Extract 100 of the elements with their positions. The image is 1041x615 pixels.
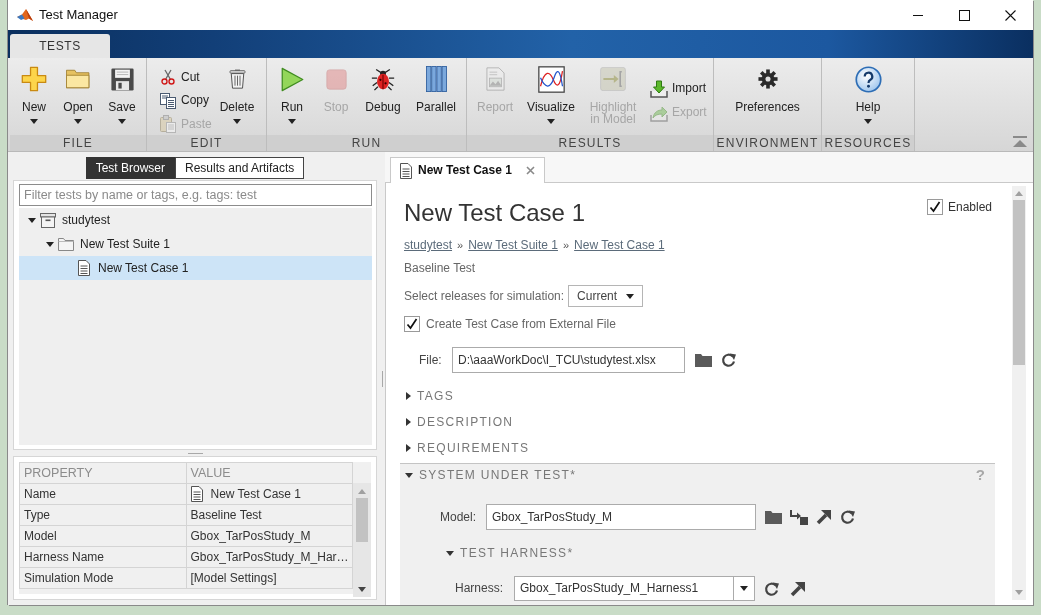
refresh-icon[interactable]	[764, 580, 780, 597]
table-cell: Harness Name	[19, 546, 186, 568]
refresh-icon[interactable]	[721, 352, 737, 368]
debug-button[interactable]: Debug	[358, 62, 408, 132]
value-text: New Test Case 1	[210, 486, 301, 502]
caret-icon	[626, 293, 635, 299]
line-chart-icon	[537, 65, 565, 93]
column-header: VALUE	[186, 462, 353, 484]
trash-icon	[228, 69, 246, 89]
two-documents-icon	[160, 92, 176, 109]
import-button[interactable]: Import	[650, 78, 706, 99]
table-cell: Baseline Test	[186, 504, 353, 526]
table-cell: [Model Settings]	[186, 567, 353, 589]
releases-dropdown[interactable]: Current	[568, 285, 644, 307]
save-button[interactable]: Save	[100, 62, 144, 132]
ribbon-tab[interactable]: TESTS	[10, 34, 110, 58]
table-cell: Gbox_TarPosStudy_M	[186, 525, 353, 547]
model-label: Model:	[439, 509, 476, 524]
new-button[interactable]: New	[12, 62, 56, 132]
tree-item[interactable]: studytest	[19, 208, 372, 232]
document-icon	[400, 162, 412, 179]
breadcrumb-separator: »	[457, 238, 464, 253]
arrow-to-box-icon[interactable]	[790, 509, 808, 525]
diagonal-arrow-icon[interactable]	[790, 580, 806, 597]
preferences-button[interactable]: Preferences	[714, 62, 821, 132]
releases-label: Select releases for simulation:	[404, 288, 565, 304]
document-icon	[78, 260, 90, 276]
folder-icon	[65, 69, 91, 89]
help-button[interactable]: Help	[822, 62, 914, 132]
scroll-down-icon[interactable]	[358, 587, 366, 592]
copy-button[interactable]: Copy	[159, 90, 209, 111]
table-cell: Gbox_TarPosStudy_M_Har…	[186, 546, 353, 568]
scrollbar[interactable]	[353, 483, 371, 597]
breadcrumb-separator: »	[563, 238, 570, 253]
browser-tab[interactable]: Test Browser	[85, 157, 175, 179]
checkbox[interactable]	[926, 199, 943, 215]
model-field[interactable]: Gbox_TarPosStudy_M	[486, 504, 756, 530]
caret-icon	[74, 119, 82, 124]
tree-item[interactable]: New Test Case 1	[19, 256, 372, 280]
tree-item[interactable]: New Test Suite 1	[19, 232, 372, 256]
section-header[interactable]: REQUIREMENTS	[404, 440, 530, 456]
caret-icon	[864, 119, 872, 124]
ribbon-group-label: ENVIRONMENT	[714, 135, 821, 151]
clipboard-icon	[160, 115, 176, 134]
file-label: File:	[419, 352, 442, 367]
breadcrumb-link[interactable]: New Test Suite 1	[468, 237, 558, 253]
column-header: PROPERTY	[19, 462, 186, 484]
table-cell: Simulation Mode	[19, 567, 186, 589]
archive-box-icon	[40, 212, 56, 228]
caret-icon	[118, 119, 126, 124]
parallel-button[interactable]: Parallel	[408, 62, 464, 132]
close-icon[interactable]	[526, 166, 535, 175]
run-button[interactable]: Run	[270, 62, 314, 132]
visualize-button[interactable]: Visualize	[520, 62, 582, 132]
gear-icon	[757, 69, 778, 89]
folder-icon	[58, 237, 74, 251]
editor-tab[interactable]: New Test Case 1	[390, 157, 545, 183]
open-button[interactable]: Open	[56, 62, 100, 132]
caret-icon	[30, 119, 38, 124]
play-icon	[280, 66, 304, 92]
caret-icon[interactable]	[46, 241, 54, 247]
bug-icon	[371, 67, 395, 91]
section-header[interactable]: SYSTEM UNDER TEST*	[405, 467, 577, 483]
delete-button[interactable]: Delete	[215, 62, 259, 132]
document-icon	[190, 486, 203, 502]
table-cell: Name	[19, 483, 186, 505]
scrollbar[interactable]	[1012, 186, 1026, 600]
scrollbar-thumb[interactable]	[356, 498, 368, 542]
diagonal-arrow-icon[interactable]	[816, 509, 832, 525]
caret-icon	[288, 119, 296, 124]
close-icon	[1004, 9, 1016, 21]
section-header[interactable]: TEST HARNESS*	[446, 545, 574, 561]
section-header[interactable]: DESCRIPTION	[404, 414, 514, 430]
scissors-icon	[161, 68, 175, 85]
folder-icon[interactable]	[765, 510, 782, 524]
checkbox[interactable]	[404, 316, 420, 332]
external-file-label: Create Test Case from External File	[426, 316, 616, 332]
help-icon	[854, 65, 882, 93]
ribbon-group-label: EDIT	[147, 135, 266, 151]
harness-label: Harness:	[454, 581, 503, 596]
plus-icon	[21, 66, 47, 92]
caret-icon	[233, 119, 241, 124]
app-logo-icon	[17, 8, 33, 22]
caret-icon[interactable]	[28, 217, 36, 223]
filter-field[interactable]: Filter tests by name or tags, e.g. tags: test	[19, 184, 372, 206]
window-title: Test Manager	[39, 7, 118, 23]
folder-icon[interactable]	[695, 353, 712, 367]
breadcrumb-link[interactable]: studytest	[404, 237, 453, 253]
browser-tab[interactable]: Results and Artifacts	[175, 157, 305, 179]
ribbon-group-label: RESOURCES	[822, 135, 914, 151]
caret-icon	[547, 119, 555, 124]
cut-button[interactable]: Cut	[159, 67, 200, 87]
test-type-label: Baseline Test	[404, 260, 476, 276]
section-header[interactable]: TAGS	[404, 388, 454, 404]
scrollbar-thumb[interactable]	[1013, 200, 1025, 365]
test-case-title: New Test Case 1	[404, 199, 585, 227]
harness-dropdown[interactable]: Gbox_TarPosStudy_M_Harness1	[514, 576, 755, 601]
refresh-icon[interactable]	[840, 509, 856, 525]
file-field[interactable]: D:\aaaWorkDoc\I_TCU\studytest.xlsx	[452, 347, 685, 373]
breadcrumb-link[interactable]: New Test Case 1	[574, 237, 665, 253]
